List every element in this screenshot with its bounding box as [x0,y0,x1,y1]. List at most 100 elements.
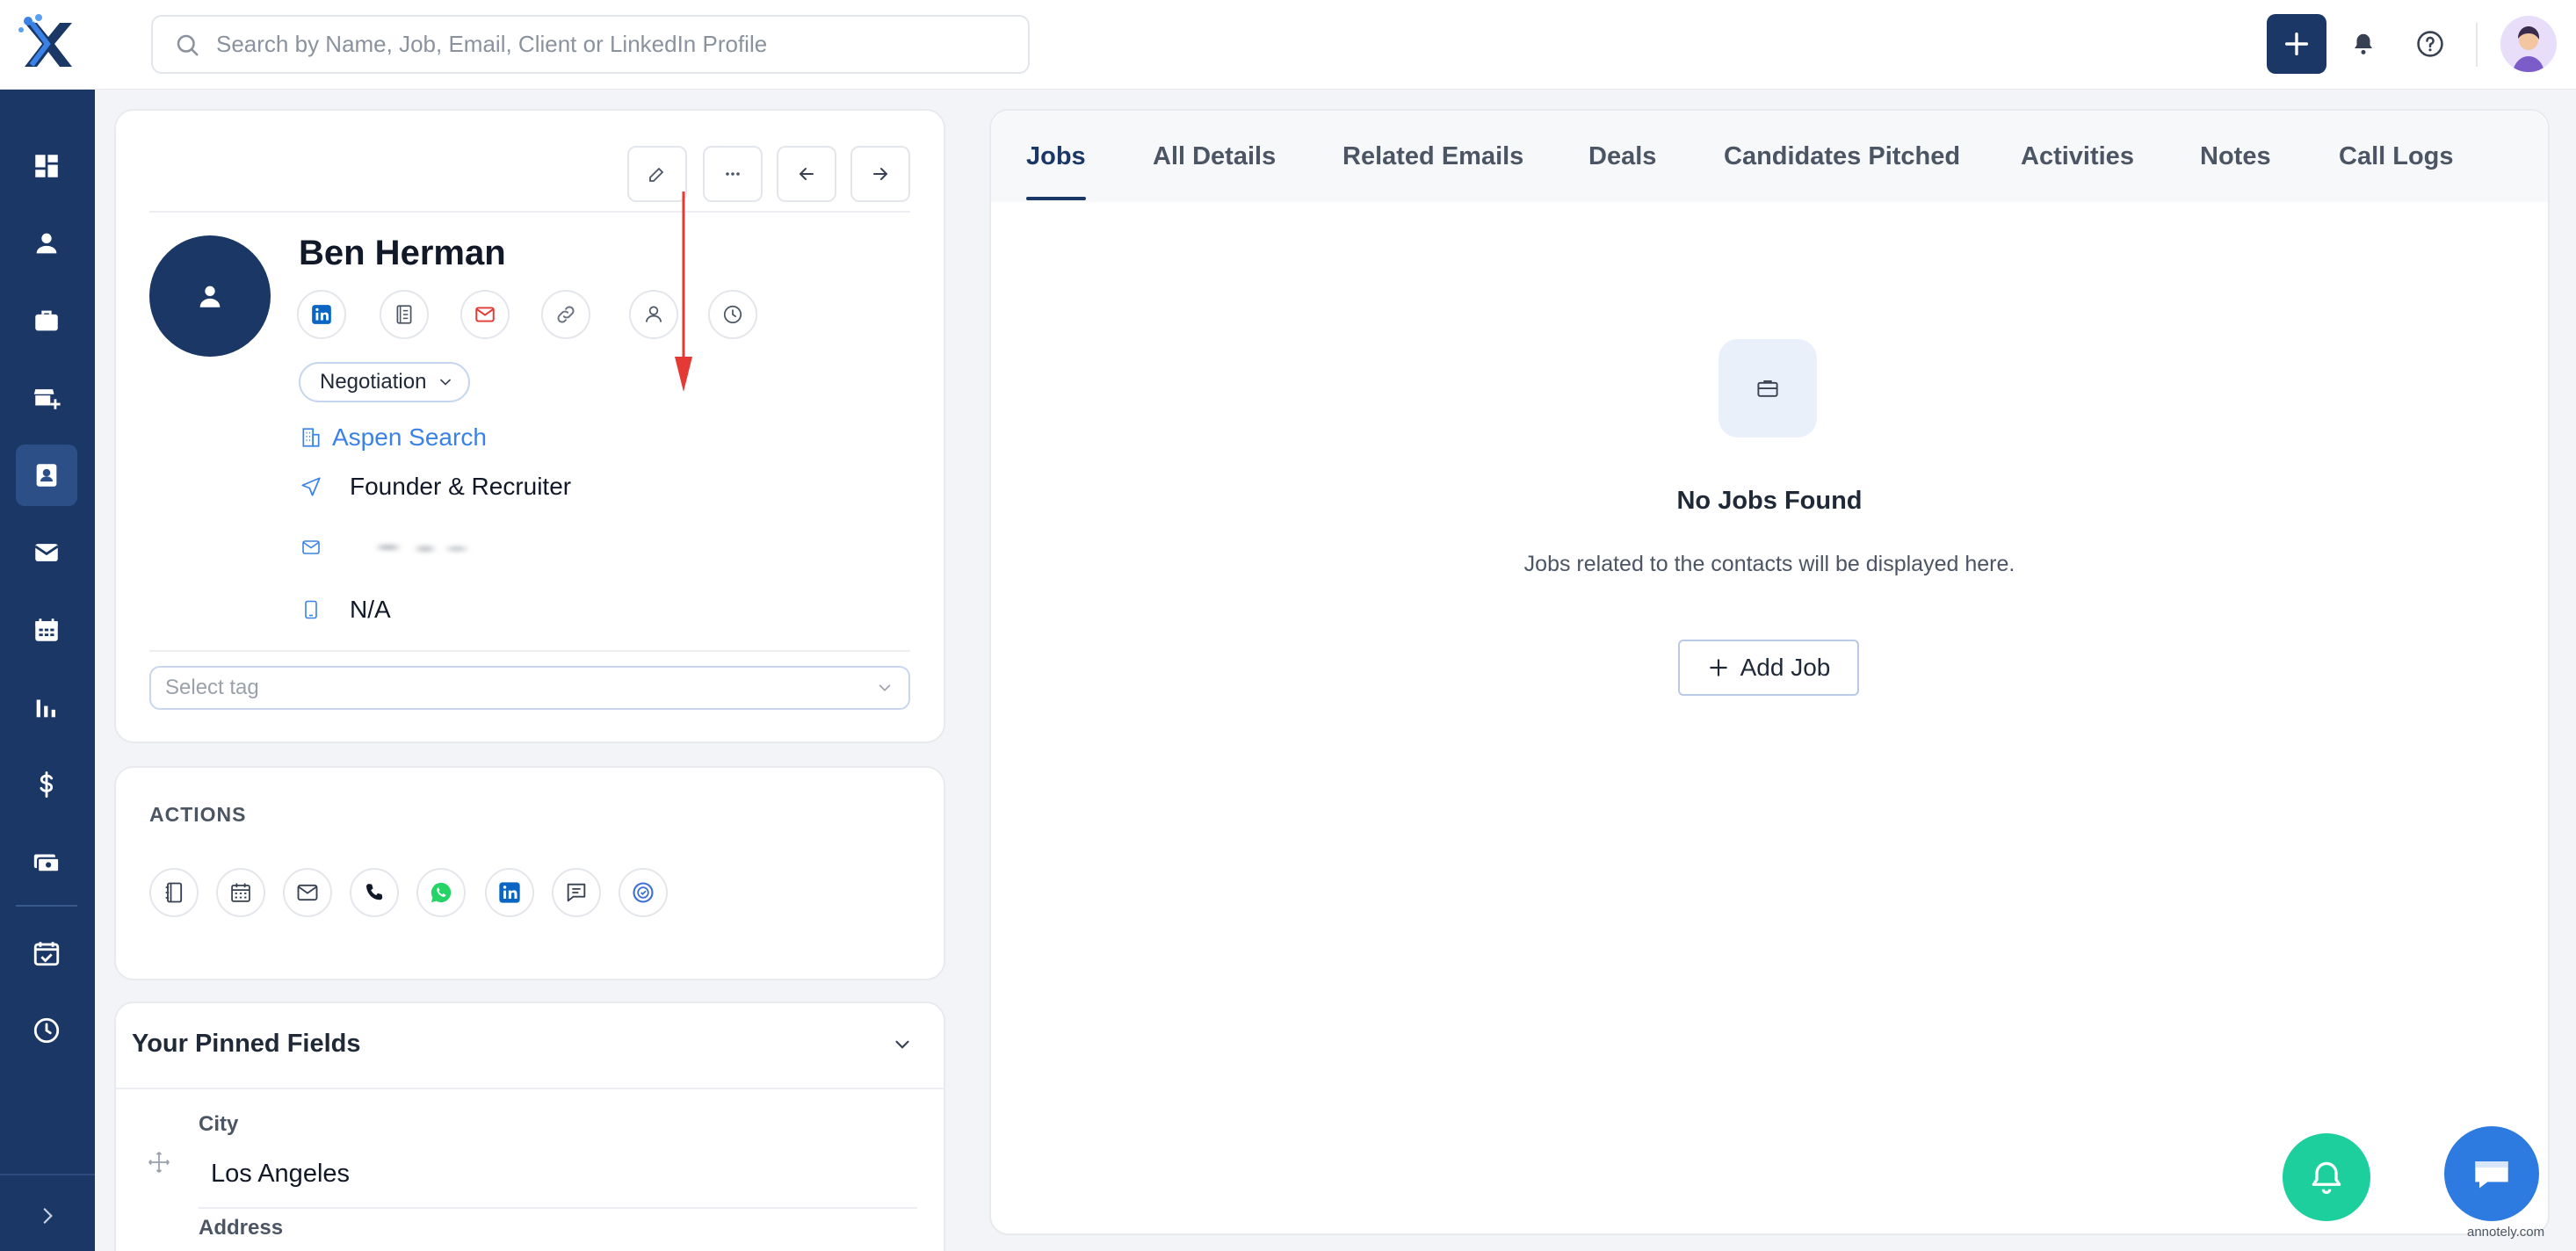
sidebar-item-billing[interactable] [16,754,77,815]
stage-value: Negotiation [320,370,427,394]
contacts-icon [36,464,57,487]
history-icon [723,305,742,324]
top-bar [0,0,2576,90]
clock-icon [33,1017,60,1044]
sidebar-item-people[interactable] [16,213,77,274]
empty-state-icon-box [1719,339,1817,437]
search-input[interactable] [216,31,1007,58]
phone-icon [366,884,383,900]
link-button[interactable] [541,290,590,339]
chevron-down-icon[interactable] [891,1033,914,1056]
sidebar-item-email[interactable] [16,522,77,583]
x-logo-icon[interactable] [16,12,79,76]
sidebar-item-payments[interactable] [16,831,77,893]
linkedin-button[interactable] [297,290,346,339]
contact-name: Ben Herman [299,234,506,272]
company-link[interactable]: Aspen Search [332,423,487,452]
sidebar-item-jobs[interactable] [16,290,77,351]
field-label-address: Address [199,1216,284,1240]
next-contact-button[interactable] [850,146,910,202]
linkedin-icon [499,882,520,903]
mail-icon [297,884,318,901]
previous-contact-button[interactable] [777,146,836,202]
gmail-button[interactable] [460,290,510,339]
tag-placeholder: Select tag [165,676,259,699]
sidebar-item-calendar[interactable] [16,599,77,661]
owner-button[interactable] [629,290,678,339]
action-meeting-button[interactable] [216,868,265,917]
action-call-button[interactable] [350,868,399,917]
more-button[interactable] [703,146,763,202]
field-label-city: City [199,1112,239,1136]
arrow-left-icon [799,168,814,180]
tab-all-details[interactable]: All Details [1153,142,1276,171]
sidebar-item-tasks[interactable] [16,922,77,984]
resume-button[interactable] [380,290,429,339]
tab-candidates-pitched[interactable]: Candidates Pitched [1724,142,1960,171]
add-icon [2284,32,2309,56]
tab-activities[interactable]: Activities [2021,142,2134,171]
help-icon [2417,31,2443,57]
stage-dropdown[interactable]: Negotiation [299,362,471,402]
user-avatar[interactable] [2500,16,2557,72]
pinned-fields-title: Your Pinned Fields [132,1030,361,1058]
tab-related-emails[interactable]: Related Emails [1342,142,1523,171]
linkedin-icon [312,305,331,324]
global-search[interactable] [151,15,1030,74]
reports-icon [36,699,55,718]
action-whatsapp-button[interactable] [416,868,466,917]
history-button[interactable] [708,290,757,339]
add-job-button[interactable]: Add Job [1678,640,1859,696]
plus-icon [1709,659,1727,676]
tab-jobs[interactable]: Jobs [1026,142,1086,171]
person-icon [199,286,221,307]
drag-handle-icon[interactable] [146,1149,172,1175]
add-button[interactable] [2267,14,2326,74]
tab-notes[interactable]: Notes [2200,142,2271,171]
field-value-city[interactable]: Los Angeles [211,1160,350,1189]
sidebar-item-reports[interactable] [16,676,77,738]
sidebar-item-dashboard[interactable] [16,135,77,197]
email-redacted [367,532,473,562]
tag-divider [149,650,910,652]
sidebar-item-clients[interactable] [16,367,77,429]
action-note-button[interactable] [149,868,199,917]
notifications-button[interactable] [2339,19,2388,69]
notification-fab[interactable] [2283,1133,2370,1221]
help-button[interactable] [2406,19,2455,69]
sidebar-expand-button[interactable] [26,1195,69,1237]
dollar-icon [40,771,54,798]
action-sms-button[interactable] [552,868,601,917]
action-email-button[interactable] [283,868,332,917]
contact-avatar [149,235,271,357]
calendar-icon [35,618,58,641]
tag-select[interactable]: Select tag [149,666,910,710]
building-icon [299,425,323,450]
mail-icon [34,544,59,561]
sidebar-divider [16,905,77,907]
actions-title: ACTIONS [149,803,247,826]
sidebar-item-history[interactable] [16,1000,77,1061]
person-icon [36,233,57,254]
location-arrow-icon [299,474,323,499]
action-linkedin-button[interactable] [485,868,534,917]
related-jobs-card: Jobs All Details Related Emails Deals Ca… [989,109,2550,1235]
actions-card: ACTIONS [114,766,945,980]
action-sequence-button[interactable] [619,868,668,917]
mobile-icon [299,597,323,622]
tabs-bar: Jobs All Details Related Emails Deals Ca… [991,111,2548,202]
chat-fab[interactable] [2444,1126,2539,1221]
empty-state-title: No Jobs Found [1676,487,1863,515]
dashboard-icon [35,155,58,177]
tab-deals[interactable]: Deals [1588,142,1656,171]
payments-icon [33,854,61,873]
tab-call-logs[interactable]: Call Logs [2339,142,2454,171]
sidebar-item-contacts[interactable] [16,445,77,506]
phone-row: N/A [299,596,391,624]
job-title-value: Founder & Recruiter [350,473,572,500]
bell-icon [2312,1161,2341,1195]
chat-icon [567,883,586,902]
task-icon [33,942,60,966]
gmail-icon [475,307,495,322]
company-row: Aspen Search [299,423,487,452]
